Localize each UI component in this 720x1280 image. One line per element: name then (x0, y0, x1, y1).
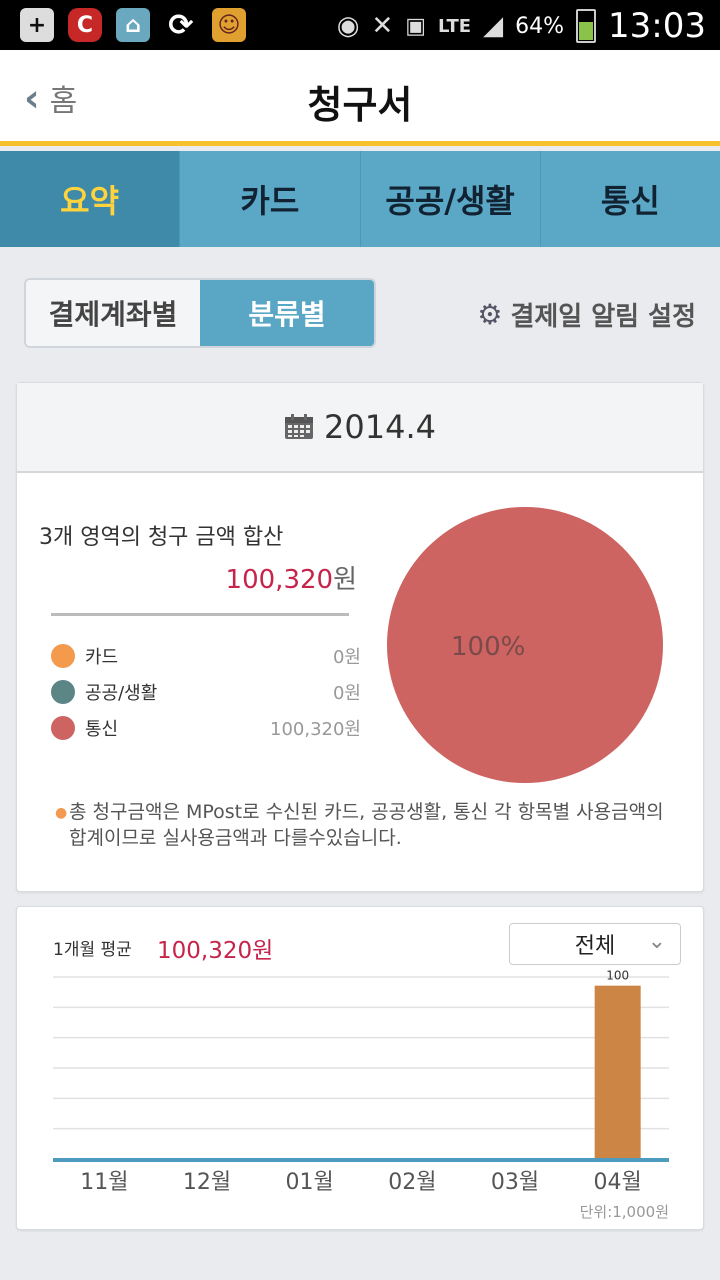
divider (51, 613, 349, 616)
category-pie-chart: 100% (387, 507, 663, 783)
app-cookie-icon: ☺ (212, 8, 246, 42)
unit-note: 단위:1,000원 (579, 1203, 669, 1221)
main-tabs: 요약 카드 공공/생활 통신 (0, 151, 720, 247)
tab-telecom[interactable]: 통신 (541, 151, 720, 247)
gamepad-icon: ▣ (405, 13, 427, 39)
monthly-average-label: 1개월 평균 (53, 940, 132, 960)
mute-icon: ✕ (371, 11, 394, 41)
tab-public-life[interactable]: 공공/생활 (361, 151, 541, 247)
add-icon: + (20, 8, 54, 42)
tab-summary[interactable]: 요약 (0, 151, 181, 247)
filter-selected: 전체 (574, 934, 616, 959)
chevron-down-icon: ⌄ (647, 929, 666, 954)
app-shield-icon: C (68, 8, 102, 42)
system-indicators: ◉ ✕ ▣ LTE ◢ 64% 13:03 (337, 6, 706, 46)
network-type: LTE (438, 15, 472, 37)
x-tick-label: 03월 (491, 1170, 539, 1195)
monthly-average-value: 100,320원 (157, 938, 274, 964)
bar-data-label: 100 (606, 969, 629, 983)
calendar-icon (285, 414, 314, 439)
page-title: 청구서 (307, 83, 413, 127)
total-label: 3개 영역의 청구 금액 합산 (39, 525, 284, 550)
category-filter-dropdown[interactable]: 전체 ⌄ (509, 923, 681, 965)
legend-item: 통신 100,320원 (51, 710, 361, 746)
x-tick-label: 11월 (80, 1170, 128, 1195)
legend-label: 카드 (85, 647, 119, 668)
billing-month: 2014.4 (324, 408, 436, 446)
sync-icon: ⟳ (168, 7, 194, 43)
month-header: 2014.4 (17, 383, 703, 473)
bar-6 (594, 985, 641, 1159)
category-legend: 카드 0원 공공/생활 0원 통신 100,320원 (51, 638, 361, 746)
x-tick-label: 01월 (286, 1170, 334, 1195)
legend-amount: 100,320원 (270, 719, 361, 740)
legend-dot-telecom (51, 716, 75, 740)
legend-amount: 0원 (332, 647, 361, 668)
title-bar: ‹ 홈 청구서 (0, 50, 720, 146)
by-account-button[interactable]: 결제계좌별 (26, 280, 200, 346)
x-tick-label: 02월 (388, 1170, 436, 1195)
pie-percent-label: 100% (451, 632, 525, 662)
bullet-icon: ● (55, 805, 68, 821)
summary-card: 2014.4 3개 영역의 청구 금액 합산 100,320원 카드 0원 공공… (16, 382, 704, 892)
total-disclaimer: ● 총 청구금액은 MPost로 수신된 카드, 공공생활, 통신 각 항목별 … (55, 799, 679, 851)
app-map-icon: ⌂ (116, 8, 150, 42)
view-toggle: 결제계좌별 분류별 (24, 278, 376, 348)
legend-item: 공공/생활 0원 (51, 674, 361, 710)
monthly-chart-card: 11월 12월 01월 02월 03월 100 04월 1개월 평균 100,320원 전체… (16, 906, 704, 1230)
battery-percent: 64% (515, 13, 565, 39)
total-amount: 100,320원 (226, 559, 357, 596)
legend-amount: 0원 (332, 683, 361, 704)
by-category-button[interactable]: 분류별 (200, 280, 374, 346)
alarm-settings-button[interactable]: ⚙ 결제일 알림 설정 (477, 296, 696, 333)
gear-icon: ⚙ (477, 298, 503, 331)
legend-label: 통신 (85, 719, 119, 740)
eye-icon: ◉ (336, 11, 360, 41)
signal-icon: ◢ (483, 11, 504, 41)
x-tick-label: 12월 (183, 1170, 231, 1195)
currency-unit: 원 (333, 565, 357, 595)
legend-label: 공공/생활 (85, 683, 158, 704)
notification-icons: + C ⌂ ⟳ ☺ (20, 7, 246, 43)
legend-item: 카드 0원 (51, 638, 361, 674)
disclaimer-text: 총 청구금액은 MPost로 수신된 카드, 공공생활, 통신 각 항목별 사용… (69, 801, 664, 849)
alarm-settings-label: 결제일 알림 설정 (510, 302, 696, 332)
status-bar: + C ⌂ ⟳ ☺ ◉ ✕ ▣ LTE ◢ 64% 13:03 (0, 0, 720, 50)
x-tick-label: 04월 (594, 1170, 642, 1195)
clock: 13:03 (608, 6, 706, 46)
total-value: 100,320 (225, 565, 334, 595)
legend-dot-card (51, 644, 75, 668)
legend-dot-public-life (51, 680, 75, 704)
battery-icon (576, 9, 597, 43)
tab-card[interactable]: 카드 (180, 151, 361, 247)
